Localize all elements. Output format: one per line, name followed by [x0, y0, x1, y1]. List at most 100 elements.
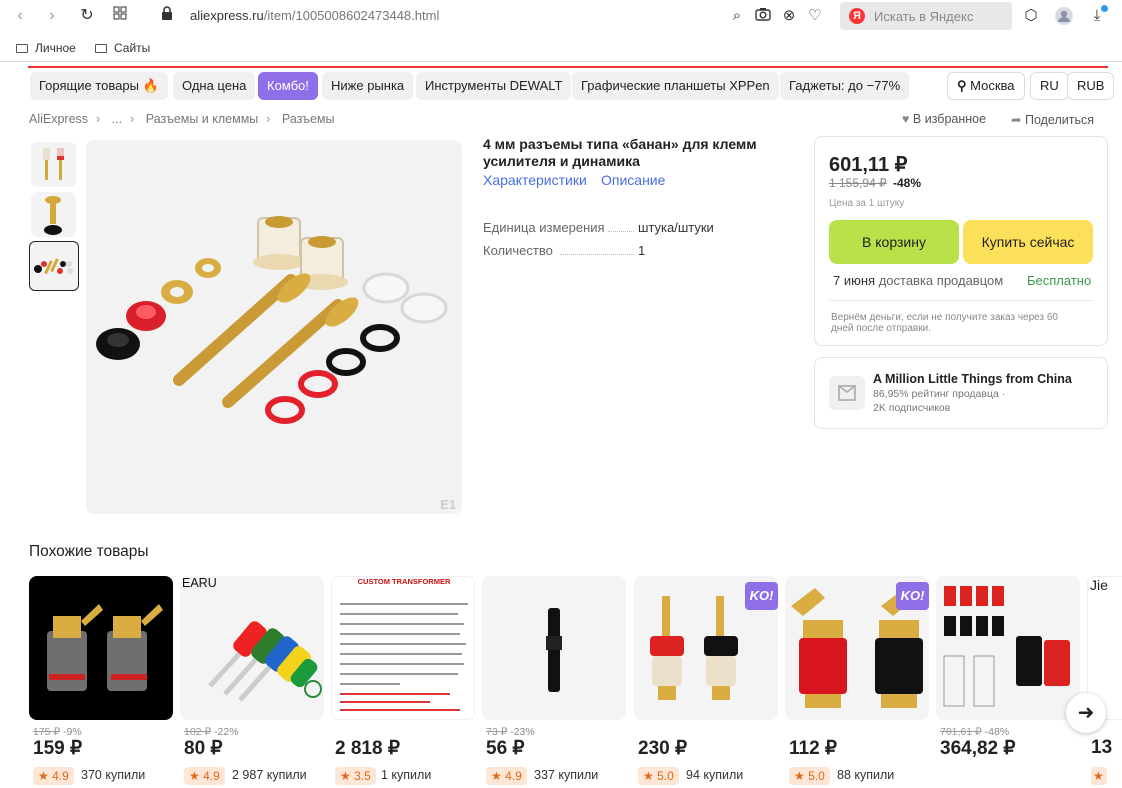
address-bar[interactable]: aliexpress.ru/item/1005008602473448.html: [190, 8, 439, 23]
card-brand-label: EARU: [182, 576, 217, 590]
card-rating: ★ 5.0: [638, 767, 679, 785]
seller-name[interactable]: A Million Little Things from China: [873, 372, 1072, 386]
prop-leader-dots: [560, 254, 634, 255]
breadcrumb-item[interactable]: AliExpress: [29, 112, 88, 126]
similar-section-title: Похожие товары: [29, 543, 149, 560]
chip-below-market[interactable]: Ниже рынка: [322, 72, 414, 100]
chip-xppen[interactable]: Графические планшеты XPPen: [572, 72, 779, 100]
card-price: 56 ₽: [486, 738, 525, 759]
bookmark-heart-icon[interactable]: ♡: [806, 7, 824, 25]
add-to-cart-button[interactable]: В корзину: [829, 220, 959, 264]
card-price: 13: [1091, 737, 1113, 758]
extensions-cube-icon[interactable]: ⬡: [1022, 7, 1040, 25]
prop-name: Единица измерения: [483, 220, 605, 235]
card-brand-label: CUSTOM TRANSFORMER: [357, 577, 451, 586]
card-brand-label: Jie: [1090, 577, 1108, 593]
folder-icon: [16, 44, 28, 53]
reload-icon[interactable]: ↻: [77, 6, 97, 26]
chip-hot-deals[interactable]: Горящие товары 🔥: [30, 72, 168, 100]
forward-icon[interactable]: ›: [42, 6, 62, 26]
tab-characteristics[interactable]: Характеристики: [483, 172, 587, 188]
region-city-selector[interactable]: ⚲ Москва: [947, 72, 1025, 100]
breadcrumb-item[interactable]: Разъемы и клеммы: [146, 112, 259, 126]
product-card-image: [29, 576, 173, 720]
product-card-image: CUSTOM TRANSFORMER: [331, 576, 475, 720]
prop-value: штука/штуки: [638, 220, 714, 235]
old-price: 1 155,94 ₽: [829, 176, 887, 190]
ko-promo-badge: KO!: [896, 582, 929, 610]
card-rating: ★ 4.9: [184, 767, 225, 785]
folder-icon: [95, 44, 107, 53]
seller-rating: 86,95% рейтинг продавца ·: [873, 388, 1006, 400]
share-button[interactable]: ➦ Поделиться: [1011, 112, 1094, 127]
breadcrumb-item[interactable]: ...: [112, 112, 122, 126]
store-icon: [829, 376, 865, 410]
lock-icon[interactable]: [157, 6, 177, 26]
star-icon: ★: [794, 769, 805, 783]
delivery-price: Бесплатно: [1027, 273, 1092, 288]
promo-underline: [28, 66, 1108, 68]
favorite-button[interactable]: ♥ В избранное: [902, 112, 986, 126]
star-icon: ★: [38, 769, 49, 783]
yandex-logo-icon: Я: [849, 8, 865, 24]
card-rating: ★ 4.9: [486, 767, 527, 785]
tab-description[interactable]: Описание: [601, 172, 665, 188]
search-page-icon[interactable]: ⌕: [728, 7, 746, 25]
delivery-method[interactable]: доставка продавцом: [879, 273, 1003, 288]
card-rating: ★: [1091, 767, 1107, 785]
tabs-grid-icon[interactable]: [110, 6, 130, 26]
product-photo: [96, 216, 448, 424]
ko-promo-badge: KO!: [745, 582, 778, 610]
search-placeholder: Искать в Яндекс: [874, 9, 974, 24]
card-price: 112 ₽: [789, 738, 838, 759]
heart-icon: ♥: [902, 112, 910, 126]
gallery-thumbnail-selected[interactable]: [29, 241, 79, 291]
yandex-search-field[interactable]: Я Искать в Яндекс: [840, 2, 1012, 30]
chip-one-price[interactable]: Одна цена: [173, 72, 256, 100]
card-price: 230 ₽: [638, 738, 688, 759]
refund-guarantee: Вернём деньги, если не получите заказ че…: [831, 312, 1058, 334]
card-sold-count: 88 купили: [837, 768, 895, 782]
share-arrow-icon: ➦: [1011, 113, 1022, 127]
product-card-image: [482, 576, 626, 720]
gallery-thumbnail[interactable]: [31, 142, 76, 187]
prop-leader-dots: [608, 231, 634, 232]
chevron-right-icon: ›: [266, 112, 271, 126]
breadcrumb-item[interactable]: Разъемы: [282, 112, 335, 126]
currency-selector[interactable]: RUB: [1067, 72, 1115, 100]
card-price: 2 818 ₽: [335, 738, 400, 759]
delivery-date: 7 июня: [833, 273, 876, 288]
chip-combo[interactable]: Комбо!: [258, 72, 318, 100]
card-sold-count: 2 987 купили: [232, 768, 307, 782]
camera-icon[interactable]: [754, 7, 772, 25]
block-icon[interactable]: ⊗: [780, 7, 798, 25]
gallery-thumbnail[interactable]: [31, 192, 76, 237]
card-price: 364,82 ₽: [940, 738, 1016, 759]
language-selector[interactable]: RU: [1030, 72, 1069, 100]
product-main-image[interactable]: E1: [86, 140, 462, 514]
browser-toolbar: ‹ › ↻ aliexpress.ru/item/100500860247344…: [0, 0, 1122, 33]
star-icon: ★: [189, 769, 200, 783]
discount-badge: -48%: [893, 176, 922, 190]
card-rating: ★ 5.0: [789, 767, 830, 785]
profile-avatar-icon[interactable]: [1055, 7, 1073, 25]
product-card-partial[interactable]: Jie 13 ★: [1087, 576, 1122, 788]
current-price: 601,11 ₽: [829, 154, 908, 176]
chip-dewalt[interactable]: Инструменты DEWALT: [416, 72, 572, 100]
product-card-image: EARU: [180, 576, 324, 720]
chevron-right-icon: ›: [96, 112, 101, 126]
star-icon: ★: [491, 769, 502, 783]
separator-dot: ·: [1001, 388, 1006, 400]
chevron-right-icon: ›: [130, 112, 135, 126]
back-icon[interactable]: ‹: [10, 6, 30, 26]
bookmark-folder-personal[interactable]: Личное: [16, 41, 76, 55]
carousel-next-arrow-icon[interactable]: ➜: [1066, 693, 1106, 733]
image-watermark-label: E1: [440, 497, 456, 512]
card-sold-count: 337 купили: [534, 768, 599, 782]
product-title: 4 мм разъемы типа «банан» для клемм усил…: [483, 136, 757, 169]
bookmark-folder-sites[interactable]: Сайты: [95, 41, 150, 55]
seller-subscribers: 2K подписчиков: [873, 402, 951, 414]
url-host: aliexpress.ru: [190, 8, 264, 23]
buy-now-button[interactable]: Купить сейчас: [963, 220, 1093, 264]
chip-gadgets[interactable]: Гаджеты: до −77%: [780, 72, 910, 100]
